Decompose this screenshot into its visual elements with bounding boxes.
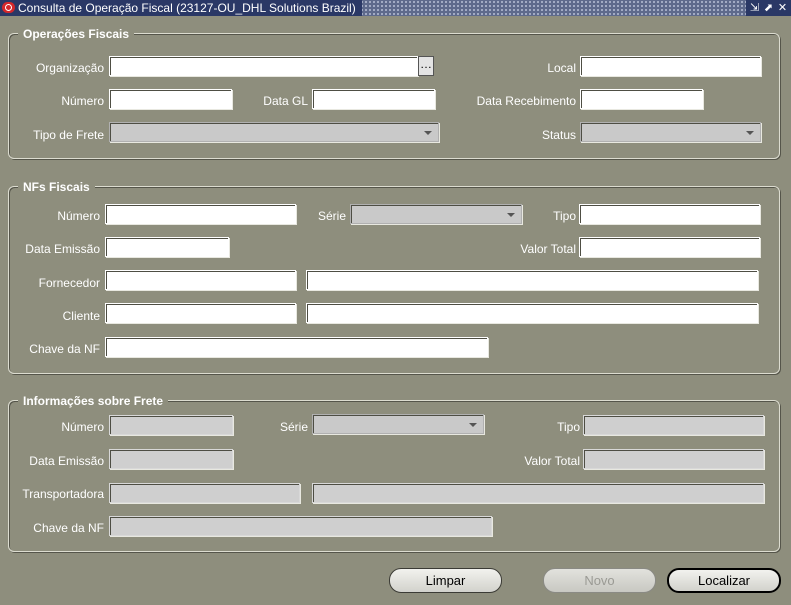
nf-data-emissao-label: Data Emissão xyxy=(25,242,100,256)
tipo-frete-label: Tipo de Frete xyxy=(33,128,104,142)
nf-serie-select[interactable] xyxy=(350,204,522,224)
fornecedor-code-field[interactable] xyxy=(105,270,296,290)
cliente-label: Cliente xyxy=(62,309,100,323)
frete-serie-select[interactable] xyxy=(312,414,484,434)
frete-numero-field xyxy=(109,415,233,435)
oracle-logo-icon xyxy=(2,2,15,13)
frete-chave-label: Chave da NF xyxy=(33,521,104,535)
fornecedor-name-field[interactable] xyxy=(306,270,758,290)
novo-button[interactable]: Novo xyxy=(543,568,656,593)
cliente-code-field[interactable] xyxy=(105,303,296,323)
maximize-icon[interactable]: ⬈ xyxy=(763,2,774,14)
numero-label: Número xyxy=(61,94,104,108)
nf-tipo-field[interactable] xyxy=(579,204,760,224)
nf-chave-field[interactable] xyxy=(105,337,488,357)
transportadora-label: Transportadora xyxy=(22,487,104,501)
organizacao-label: Organização xyxy=(35,61,104,75)
localizar-button[interactable]: Localizar xyxy=(667,568,781,593)
resize-icon[interactable]: ⇲ xyxy=(749,2,760,14)
cliente-name-field[interactable] xyxy=(306,303,758,323)
numero-field[interactable] xyxy=(109,89,232,109)
nf-valor-total-field[interactable] xyxy=(579,237,760,257)
nf-data-emissao-field[interactable] xyxy=(105,237,229,257)
frete-tipo-field xyxy=(583,415,764,435)
nf-chave-label: Chave da NF xyxy=(29,342,100,356)
local-label: Local xyxy=(547,61,576,75)
local-field[interactable] xyxy=(580,56,761,76)
window-title: Consulta de Operação Fiscal (23127-OU_DH… xyxy=(18,1,356,15)
frete-data-emissao-label: Data Emissão xyxy=(29,454,104,468)
data-recebimento-field[interactable] xyxy=(580,89,703,109)
transportadora-name-field xyxy=(312,483,764,503)
frete-valor-total-label: Valor Total xyxy=(524,454,580,468)
status-label: Status xyxy=(541,128,576,142)
frete-serie-label: Série xyxy=(279,420,308,434)
frete-data-emissao-field xyxy=(109,449,233,469)
frete-valor-total-field xyxy=(583,449,764,469)
close-icon[interactable]: ✕ xyxy=(777,2,788,14)
operacoes-fiscais-legend: Operações Fiscais xyxy=(18,27,135,41)
frete-numero-label: Número xyxy=(61,420,104,434)
nfs-fiscais-legend: NFs Fiscais xyxy=(18,180,95,194)
organizacao-field[interactable] xyxy=(109,56,418,76)
frete-chave-field xyxy=(109,516,492,536)
nf-numero-field[interactable] xyxy=(105,204,296,224)
limpar-button[interactable]: Limpar xyxy=(389,568,502,593)
title-bar: Consulta de Operação Fiscal (23127-OU_DH… xyxy=(0,0,791,16)
data-gl-label: Data GL xyxy=(263,94,308,108)
frete-tipo-label: Tipo xyxy=(557,420,580,434)
data-gl-field[interactable] xyxy=(312,89,435,109)
nf-valor-total-label: Valor Total xyxy=(520,242,576,256)
organizacao-lov-button[interactable]: … xyxy=(418,56,434,76)
nf-serie-label: Série xyxy=(317,209,346,223)
informacoes-frete-legend: Informações sobre Frete xyxy=(18,394,169,408)
tipo-frete-select[interactable] xyxy=(109,122,439,142)
fornecedor-label: Fornecedor xyxy=(38,276,100,290)
window-controls: ⇲ ⬈ ✕ xyxy=(746,0,791,16)
status-select[interactable] xyxy=(580,122,761,142)
nf-numero-label: Número xyxy=(57,209,100,223)
nf-tipo-label: Tipo xyxy=(553,209,576,223)
window-title-area: Consulta de Operação Fiscal (23127-OU_DH… xyxy=(0,0,362,16)
transportadora-code-field xyxy=(109,483,300,503)
data-recebimento-label: Data Recebimento xyxy=(476,94,576,108)
